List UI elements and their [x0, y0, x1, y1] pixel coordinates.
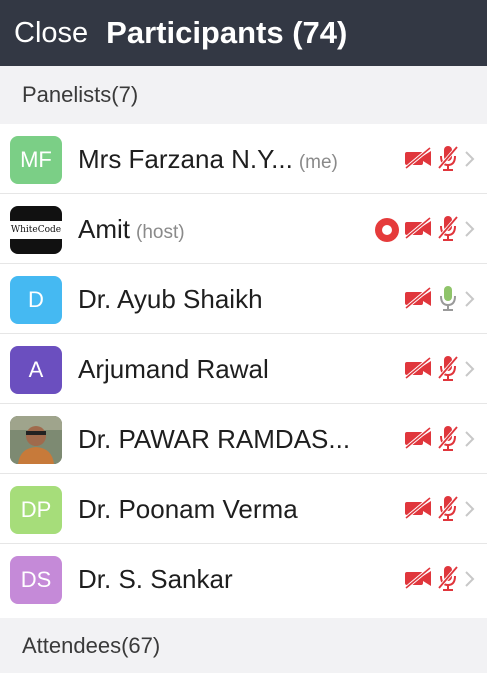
mic-muted-icon: [437, 564, 459, 597]
participant-name-block: Arjumand Rawal: [78, 354, 269, 385]
participant-row[interactable]: A Arjumand Rawal: [0, 334, 487, 404]
mic-on-icon: [437, 284, 459, 317]
avatar: DS: [10, 556, 62, 604]
video-off-icon: [403, 216, 433, 245]
attendees-section-header[interactable]: Attendees(67): [0, 618, 487, 673]
participant-name: Amit: [78, 214, 130, 244]
mic-muted-icon: [437, 214, 459, 247]
mic-muted-icon: [437, 494, 459, 527]
avatar: DP: [10, 486, 62, 534]
participant-status-icons: [403, 564, 459, 597]
participant-status-icons: [403, 284, 459, 317]
video-off-icon: [403, 146, 433, 175]
participant-name-block: Dr. Poonam Verma: [78, 494, 298, 525]
mic-muted-icon: [437, 144, 459, 177]
avatar-initials: MF: [20, 147, 52, 172]
avatar: MF: [10, 136, 62, 184]
participant-row[interactable]: DP Dr. Poonam Verma: [0, 474, 487, 544]
participant-status-icons: [403, 494, 459, 527]
participant-role-tag: (host): [136, 222, 185, 243]
video-off-icon: [403, 356, 433, 385]
avatar: [10, 416, 62, 464]
avatar: D: [10, 276, 62, 324]
panelists-list: MF Mrs Farzana N.Y... (me) WhiteCode Amit (ho…: [0, 124, 487, 614]
chevron-right-icon[interactable]: [463, 426, 477, 452]
participant-name-block: Dr. Ayub Shaikh: [78, 284, 263, 315]
participant-row[interactable]: WhiteCode Amit (host): [0, 194, 487, 264]
participant-status-icons: [375, 214, 459, 247]
close-button[interactable]: Close: [14, 17, 88, 50]
avatar: A: [10, 346, 62, 394]
avatar: WhiteCode: [10, 206, 62, 254]
recording-icon: [375, 218, 399, 242]
participant-name-block: Amit (host): [78, 214, 185, 245]
participant-name: Dr. PAWAR RAMDAS...: [78, 424, 351, 454]
participant-status-icons: [403, 144, 459, 177]
participant-name-block: Dr. PAWAR RAMDAS...: [78, 424, 350, 455]
avatar-initials: DP: [20, 497, 52, 522]
participant-status-icons: [403, 424, 459, 457]
participant-name: Arjumand Rawal: [78, 354, 269, 384]
video-off-icon: [403, 496, 433, 525]
page-title: Participants (74): [106, 15, 348, 50]
chevron-right-icon[interactable]: [463, 356, 477, 382]
participant-name-block: Dr. S. Sankar: [78, 564, 233, 595]
participant-status-icons: [403, 354, 459, 387]
participant-name: Mrs Farzana N.Y...: [78, 144, 293, 174]
chevron-right-icon[interactable]: [463, 566, 477, 592]
participants-header: Close Participants (74): [0, 0, 487, 66]
avatar-initials: A: [28, 357, 44, 382]
logo-text: WhiteCode: [10, 225, 62, 235]
participant-role-tag: (me): [298, 152, 338, 173]
participant-row[interactable]: DS Dr. S. Sankar: [0, 544, 487, 614]
participant-name-block: Mrs Farzana N.Y... (me): [78, 144, 338, 175]
participant-name: Dr. Poonam Verma: [78, 494, 298, 524]
mic-muted-icon: [437, 354, 459, 387]
panelists-section-header: Panelists(7): [0, 66, 487, 124]
participant-row[interactable]: D Dr. Ayub Shaikh: [0, 264, 487, 334]
chevron-right-icon[interactable]: [463, 146, 477, 172]
participant-row[interactable]: Dr. PAWAR RAMDAS...: [0, 404, 487, 474]
participant-row[interactable]: MF Mrs Farzana N.Y... (me): [0, 124, 487, 194]
avatar-initials: D: [28, 287, 44, 312]
participant-name: Dr. Ayub Shaikh: [78, 284, 263, 314]
chevron-right-icon[interactable]: [463, 496, 477, 522]
video-off-icon: [403, 566, 433, 595]
video-off-icon: [403, 286, 433, 315]
mic-muted-icon: [437, 424, 459, 457]
avatar-initials: DS: [20, 567, 52, 592]
video-off-icon: [403, 426, 433, 455]
participant-name: Dr. S. Sankar: [78, 564, 233, 594]
chevron-right-icon[interactable]: [463, 216, 477, 242]
chevron-right-icon[interactable]: [463, 286, 477, 312]
